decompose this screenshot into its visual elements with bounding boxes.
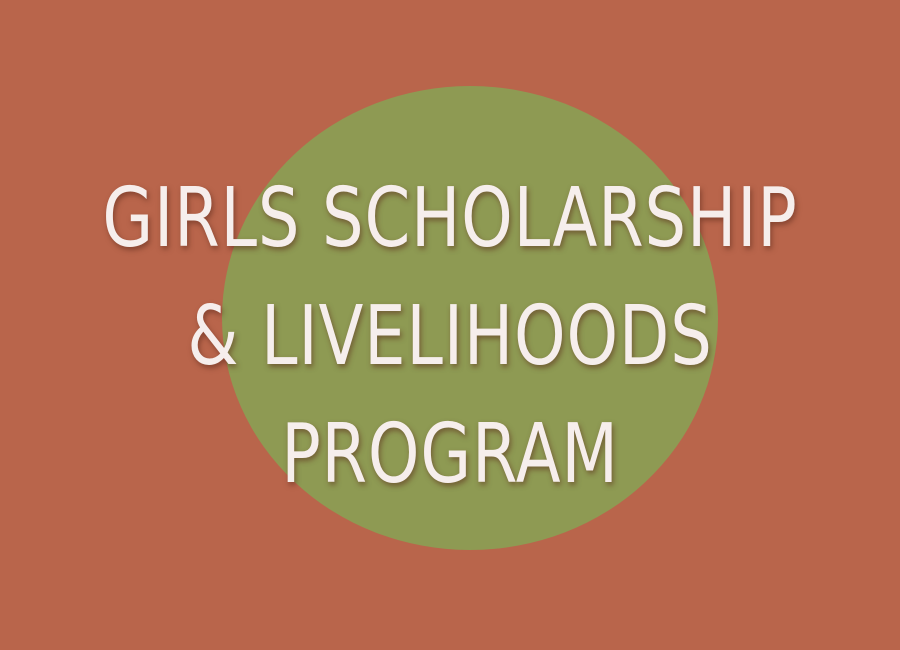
title-line-2: & LIVELIHOODS [187,289,713,384]
title-line-1: GIRLS SCHOLARSHIP [102,171,798,266]
title-line-3: PROGRAM [281,407,619,502]
program-banner: GIRLS SCHOLARSHIP & LIVELIHOODS PROGRAM [0,0,900,650]
program-title: GIRLS SCHOLARSHIP & LIVELIHOODS PROGRAM [0,160,900,514]
